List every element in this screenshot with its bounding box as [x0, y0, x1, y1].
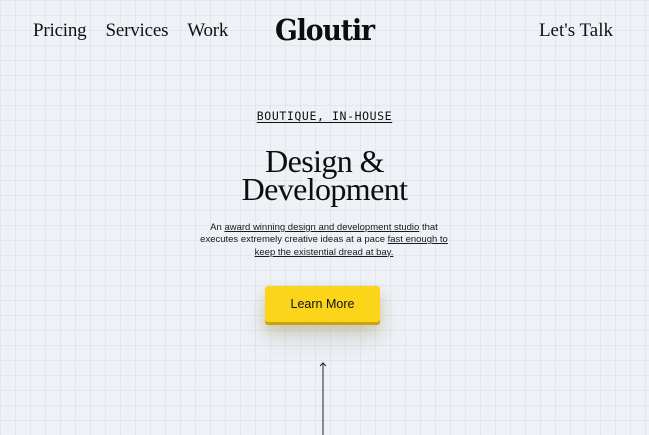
hero-description: An award winning design and development …: [196, 222, 452, 259]
desc-text-1: An: [210, 222, 225, 233]
lets-talk-link[interactable]: Let's Talk: [539, 20, 613, 42]
hero-headline: Design & Development: [0, 145, 649, 207]
learn-more-button[interactable]: Learn More: [265, 286, 380, 322]
brand-logo[interactable]: Gloutir: [26, 13, 623, 47]
arrow-up-icon: [319, 362, 327, 435]
headline-line-2: Development: [241, 171, 408, 207]
hero-eyebrow: BOUTIQUE, IN-HOUSE: [256, 109, 393, 123]
award-winning-link[interactable]: award winning design and development stu…: [224, 222, 419, 233]
